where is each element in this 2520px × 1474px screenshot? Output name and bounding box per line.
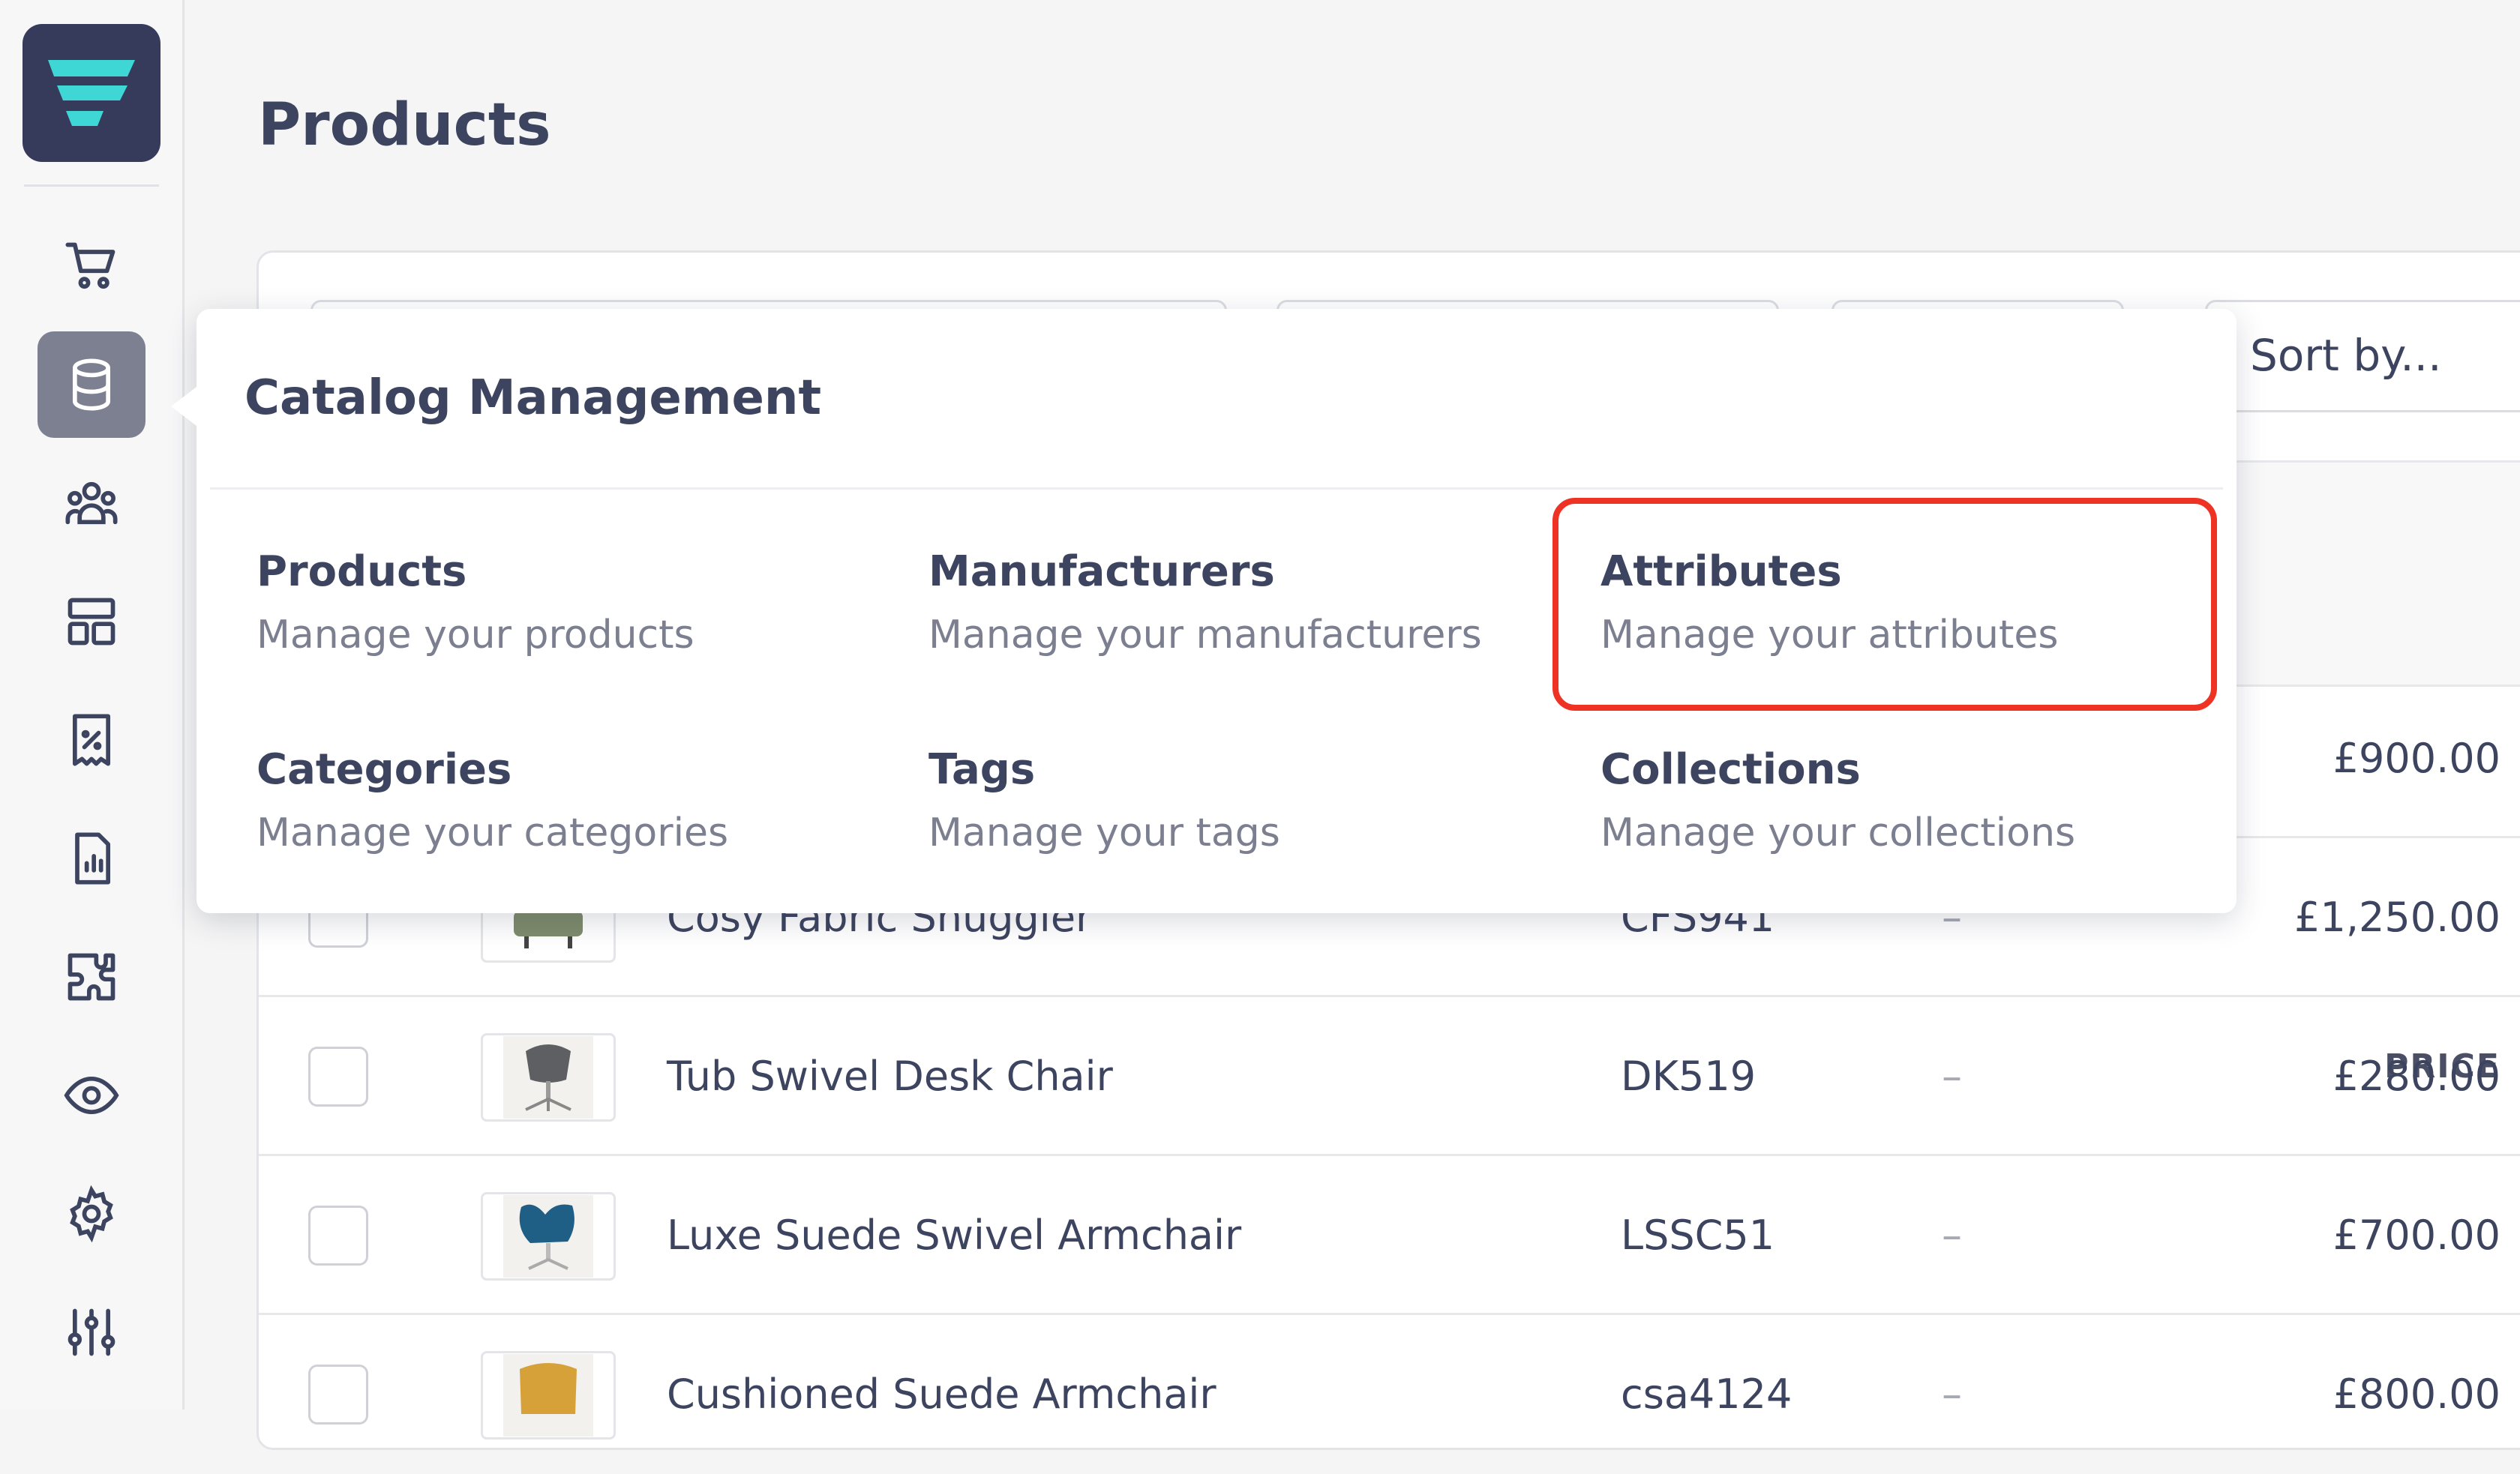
menu-item-tags[interactable]: Tags Manage your tags bbox=[928, 745, 1558, 855]
menu-item-collections[interactable]: Collections Manage your collections bbox=[1600, 745, 2230, 855]
yellow-armchair-image bbox=[503, 1354, 593, 1437]
product-price: £700.00 bbox=[2332, 1212, 2500, 1259]
product-price: £1,250.00 bbox=[2294, 894, 2500, 941]
product-price: £900.00 bbox=[2332, 735, 2500, 782]
menu-item-title: Categories bbox=[256, 745, 512, 794]
product-name[interactable]: Cushioned Suede Armchair bbox=[667, 1371, 1216, 1418]
app-logo[interactable] bbox=[22, 24, 160, 162]
sidebar-item-discounts[interactable] bbox=[38, 687, 146, 793]
blue-swivel-armchair-image bbox=[503, 1195, 593, 1278]
sidebar-divider bbox=[24, 184, 159, 187]
menu-item-description: Manage your manufacturers bbox=[928, 613, 1482, 658]
sort-select-value: Sort by... bbox=[2250, 330, 2442, 381]
row-checkbox[interactable] bbox=[308, 1206, 368, 1266]
sidebar-item-orders[interactable] bbox=[38, 213, 146, 319]
row-checkbox[interactable] bbox=[308, 1047, 368, 1107]
catalog-management-popover: Catalog Management Products Manage your … bbox=[196, 309, 2236, 913]
attributes-highlight-outline bbox=[1552, 498, 2217, 711]
product-name[interactable]: Luxe Suede Swivel Armchair bbox=[667, 1212, 1241, 1259]
popover-title: Catalog Management bbox=[244, 370, 822, 426]
grey-desk-chair-image bbox=[503, 1036, 593, 1119]
gear-icon bbox=[70, 1185, 113, 1242]
product-name[interactable]: Tub Swivel Desk Chair bbox=[667, 1053, 1113, 1100]
menu-item-manufacturers[interactable]: Manufacturers Manage your manufacturers bbox=[928, 547, 1558, 658]
sidebar bbox=[0, 0, 184, 1410]
menu-item-products[interactable]: Products Manage your products bbox=[256, 547, 886, 658]
sidebar-item-configuration[interactable] bbox=[38, 1279, 146, 1386]
menu-item-title: Tags bbox=[928, 745, 1036, 794]
eye-icon bbox=[64, 1076, 119, 1115]
product-extra: – bbox=[1942, 1053, 1962, 1100]
menu-item-description: Manage your products bbox=[256, 613, 694, 658]
menu-item-title: Manufacturers bbox=[928, 547, 1275, 596]
popover-divider bbox=[210, 487, 2223, 490]
product-extra: – bbox=[1942, 1371, 1962, 1418]
product-extra: – bbox=[1942, 1212, 1962, 1259]
table-row[interactable]: Luxe Suede Swivel Armchair LSSC51 – £700… bbox=[259, 1158, 2520, 1315]
product-sku: DK519 bbox=[1621, 1053, 1756, 1100]
sidebar-item-preview[interactable] bbox=[38, 1042, 146, 1149]
product-thumbnail bbox=[481, 1351, 616, 1440]
sliders-icon bbox=[68, 1308, 116, 1356]
users-icon bbox=[65, 481, 118, 525]
menu-item-description: Manage your categories bbox=[256, 810, 729, 855]
table-row[interactable]: Cushioned Suede Armchair csa4124 – £800.… bbox=[259, 1317, 2520, 1474]
product-thumbnail bbox=[481, 1033, 616, 1122]
sidebar-item-catalog[interactable] bbox=[38, 331, 146, 438]
sidebar-item-apps[interactable] bbox=[38, 924, 146, 1030]
row-checkbox[interactable] bbox=[308, 1365, 368, 1425]
menu-item-title: Products bbox=[256, 547, 467, 596]
report-icon bbox=[75, 832, 111, 885]
menu-item-categories[interactable]: Categories Manage your categories bbox=[256, 745, 886, 855]
layout-icon bbox=[68, 598, 116, 646]
puzzle-icon bbox=[68, 953, 116, 1001]
product-thumbnail bbox=[481, 1192, 616, 1281]
logo-icon bbox=[48, 60, 135, 126]
product-sku: csa4124 bbox=[1621, 1371, 1792, 1418]
menu-item-description: Manage your tags bbox=[928, 810, 1280, 855]
sidebar-item-content[interactable] bbox=[38, 568, 146, 675]
sidebar-item-settings[interactable] bbox=[38, 1161, 146, 1267]
menu-item-title: Collections bbox=[1600, 745, 1861, 794]
product-price: £280.00 bbox=[2332, 1053, 2500, 1100]
menu-item-description: Manage your collections bbox=[1600, 810, 2076, 855]
discount-receipt-icon bbox=[72, 714, 111, 766]
product-sku: LSSC51 bbox=[1621, 1212, 1775, 1259]
page-title: Products bbox=[258, 91, 551, 159]
table-row[interactable]: Tub Swivel Desk Chair DK519 – £280.00 bbox=[259, 999, 2520, 1156]
sidebar-item-customers[interactable] bbox=[38, 450, 146, 556]
database-icon bbox=[72, 358, 111, 411]
sidebar-item-reports[interactable] bbox=[38, 805, 146, 912]
popover-pointer bbox=[171, 387, 196, 426]
cart-icon bbox=[65, 242, 116, 289]
product-price: £800.00 bbox=[2332, 1371, 2500, 1418]
